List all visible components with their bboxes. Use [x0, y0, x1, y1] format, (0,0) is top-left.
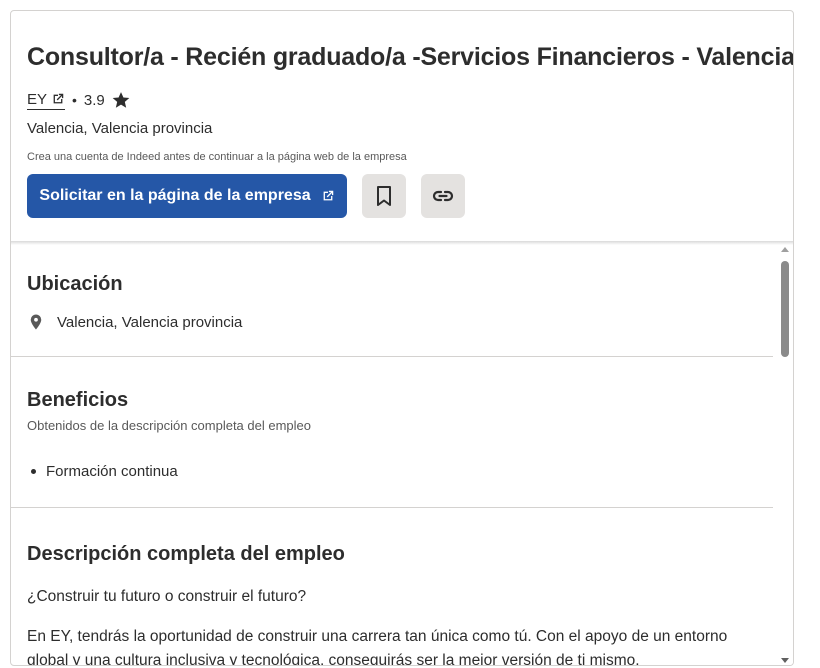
scroll-down-arrow-icon[interactable]	[781, 658, 789, 663]
scroll-up-arrow-icon[interactable]	[781, 247, 789, 252]
rating-value: 3.9	[83, 91, 105, 109]
separator-dot: •	[72, 92, 77, 108]
apply-on-company-site-button[interactable]: Solicitar en la página de la empresa	[27, 174, 347, 218]
company-link[interactable]: EY	[27, 90, 66, 110]
company-row: EY • 3.9	[27, 89, 131, 111]
star-icon	[112, 92, 130, 108]
benefits-subtitle: Obtenidos de la descripción completa del…	[27, 418, 312, 433]
apply-button-label: Solicitar en la página de la empresa	[39, 187, 311, 204]
benefit-item: Formación continua	[46, 463, 178, 480]
location-row: Valencia, Valencia provincia	[27, 313, 242, 331]
vertical-scrollbar[interactable]	[777, 245, 793, 665]
external-link-icon	[323, 190, 333, 201]
scroll-thumb[interactable]	[781, 261, 789, 357]
benefits-section-title: Beneficios	[27, 389, 129, 411]
location-pin-icon	[30, 314, 42, 330]
save-job-button[interactable]	[362, 174, 406, 218]
section-divider	[11, 507, 773, 508]
account-note: Crea una cuenta de Indeed antes de conti…	[27, 151, 407, 163]
benefits-list: Formación continua	[27, 463, 178, 480]
external-link-icon	[53, 93, 64, 104]
location-value: Valencia, Valencia provincia	[57, 313, 243, 331]
copy-link-button[interactable]	[421, 174, 465, 218]
job-header: Consultor/a - Recién graduado/a -Servici…	[11, 11, 793, 243]
location-section-title: Ubicación	[27, 273, 123, 295]
description-section-title: Descripción completa del empleo	[27, 543, 345, 565]
job-description-scroll-area[interactable]: Ubicación Valencia, Valencia provincia B…	[11, 245, 777, 666]
link-icon	[432, 190, 454, 202]
bullet-icon	[31, 469, 36, 474]
bookmark-icon	[377, 186, 391, 206]
job-location: Valencia, Valencia provincia	[27, 120, 213, 137]
job-detail-card: Consultor/a - Recién graduado/a -Servici…	[10, 10, 794, 666]
description-paragraph: ¿Construir tu futuro o construir el futu…	[27, 588, 307, 605]
description-paragraph: En EY, tendrás la oportunidad de constru…	[27, 628, 728, 666]
company-name: EY	[27, 90, 48, 108]
section-divider	[11, 356, 773, 357]
list-item: Formación continua	[27, 463, 178, 480]
job-title: Consultor/a - Recién graduado/a -Servici…	[27, 43, 794, 71]
company-rating: 3.9	[84, 90, 131, 110]
